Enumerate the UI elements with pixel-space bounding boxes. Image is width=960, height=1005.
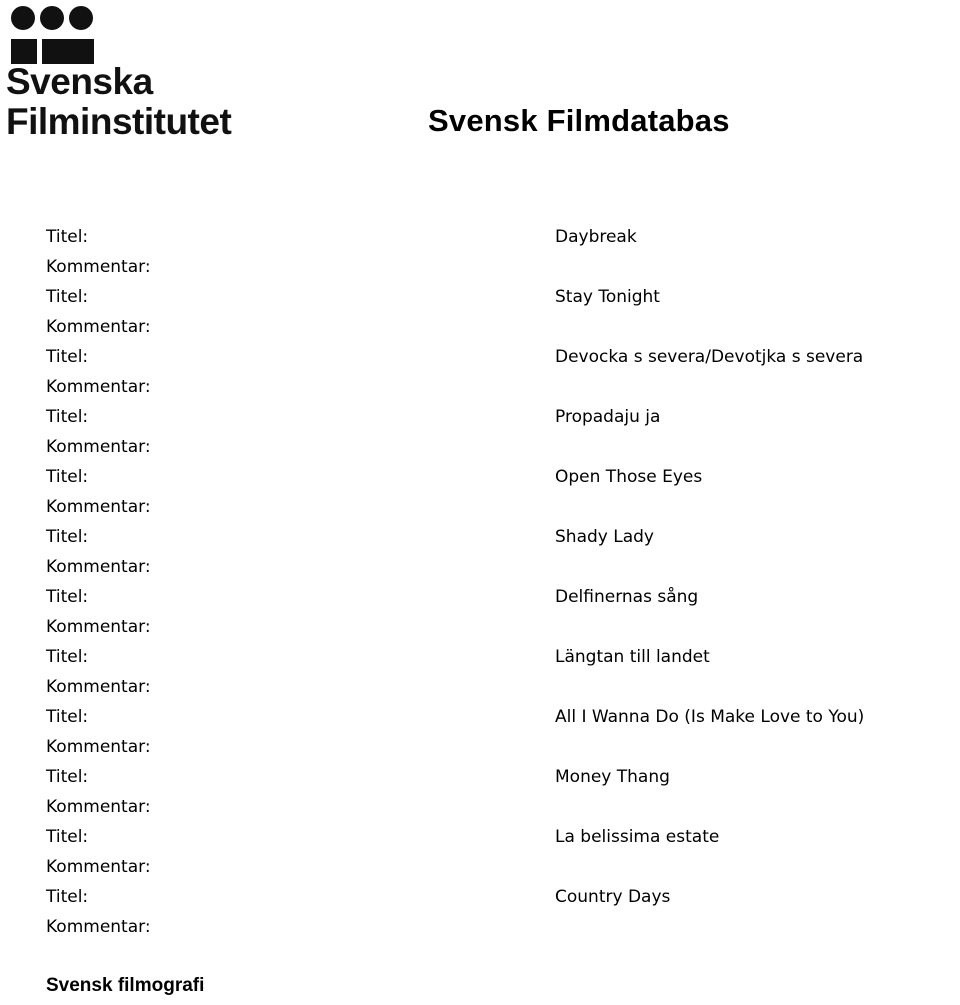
- record-comment-label: Kommentar:: [46, 497, 151, 517]
- table-row: Titel: All I Wanna Do (Is Make Love to Yo…: [0, 702, 960, 732]
- record-title-value: Propadaju ja: [555, 407, 661, 427]
- record-comment-label: Kommentar:: [46, 437, 151, 457]
- table-row: Titel: Daybreak: [0, 222, 960, 252]
- record-comment-label: Kommentar:: [46, 797, 151, 817]
- record-comment-label: Kommentar:: [46, 317, 151, 337]
- record-comment-label: Kommentar:: [46, 857, 151, 877]
- table-row: Kommentar:: [0, 612, 960, 642]
- table-row: Titel: Shady Lady: [0, 522, 960, 552]
- table-row: Kommentar:: [0, 372, 960, 402]
- logo-wordmark: Svenska Filminstitutet: [6, 61, 232, 142]
- logo-circle-icon: [40, 6, 64, 30]
- footer-text: Svensk filmografi: [46, 975, 205, 996]
- record-comment-label: Kommentar:: [46, 377, 151, 397]
- table-row: Kommentar:: [0, 492, 960, 522]
- record-title-label: Titel:: [46, 227, 89, 247]
- record-title-label: Titel:: [46, 527, 89, 547]
- table-row: Titel: Devocka s severa/Devotjka s severa: [0, 342, 960, 372]
- table-row: Kommentar:: [0, 732, 960, 762]
- table-row: Kommentar:: [0, 432, 960, 462]
- record-title-value: Money Thang: [555, 767, 670, 787]
- record-title-label: Titel:: [46, 467, 89, 487]
- table-row: Titel: Money Thang: [0, 762, 960, 792]
- record-comment-label: Kommentar:: [46, 917, 151, 937]
- record-comment-label: Kommentar:: [46, 617, 151, 637]
- logo-circle-icon: [11, 6, 35, 30]
- record-title-value: Daybreak: [555, 227, 637, 247]
- record-title-label: Titel:: [46, 647, 89, 667]
- record-title-value: La belissima estate: [555, 827, 720, 847]
- record-title-value: Devocka s severa/Devotjka s severa: [555, 347, 864, 367]
- record-title-value: All I Wanna Do (Is Make Love to You): [555, 707, 865, 727]
- table-row: Kommentar:: [0, 912, 960, 942]
- record-title-value: Stay Tonight: [555, 287, 660, 307]
- table-row: Titel: Propadaju ja: [0, 402, 960, 432]
- record-title-label: Titel:: [46, 707, 89, 727]
- record-title-value: Country Days: [555, 887, 671, 907]
- page-header: Svenska Filminstitutet Svensk Filmdataba…: [0, 0, 960, 200]
- table-row: Titel: Delfinernas sång: [0, 582, 960, 612]
- record-comment-label: Kommentar:: [46, 557, 151, 577]
- record-title-label: Titel:: [46, 287, 89, 307]
- record-comment-label: Kommentar:: [46, 257, 151, 277]
- logo-wordmark-line-1: Svenska: [6, 61, 153, 102]
- record-list: Titel: Daybreak Kommentar: Titel: Stay Tonig…: [0, 222, 960, 942]
- logo-circle-icon: [69, 6, 93, 30]
- record-title-label: Titel:: [46, 587, 89, 607]
- svenska-filminstitutet-logo: Svenska Filminstitutet: [6, 2, 236, 147]
- record-comment-label: Kommentar:: [46, 677, 151, 697]
- record-title-label: Titel:: [46, 887, 89, 907]
- table-row: Titel: Längtan till landet: [0, 642, 960, 672]
- table-row: Kommentar:: [0, 792, 960, 822]
- table-row: Kommentar:: [0, 552, 960, 582]
- record-title-label: Titel:: [46, 827, 89, 847]
- table-row: Kommentar:: [0, 252, 960, 282]
- table-row: Kommentar:: [0, 852, 960, 882]
- logo-mark-icon: [6, 2, 94, 64]
- record-comment-label: Kommentar:: [46, 737, 151, 757]
- table-row: Titel: Stay Tonight: [0, 282, 960, 312]
- page-title: Svensk Filmdatabas: [428, 103, 730, 138]
- record-title-label: Titel:: [46, 767, 89, 787]
- table-row: Titel: Country Days: [0, 882, 960, 912]
- record-title-value: Längtan till landet: [555, 647, 710, 667]
- record-title-label: Titel:: [46, 407, 89, 427]
- table-row: Titel: La belissima estate: [0, 822, 960, 852]
- record-title-label: Titel:: [46, 347, 89, 367]
- table-row: Kommentar:: [0, 312, 960, 342]
- record-title-value: Open Those Eyes: [555, 467, 703, 487]
- table-row: Kommentar:: [0, 672, 960, 702]
- logo-wordmark-line-2: Filminstitutet: [6, 101, 232, 142]
- record-title-value: Shady Lady: [555, 527, 654, 547]
- table-row: Titel: Open Those Eyes: [0, 462, 960, 492]
- record-title-value: Delfinernas sång: [555, 587, 699, 607]
